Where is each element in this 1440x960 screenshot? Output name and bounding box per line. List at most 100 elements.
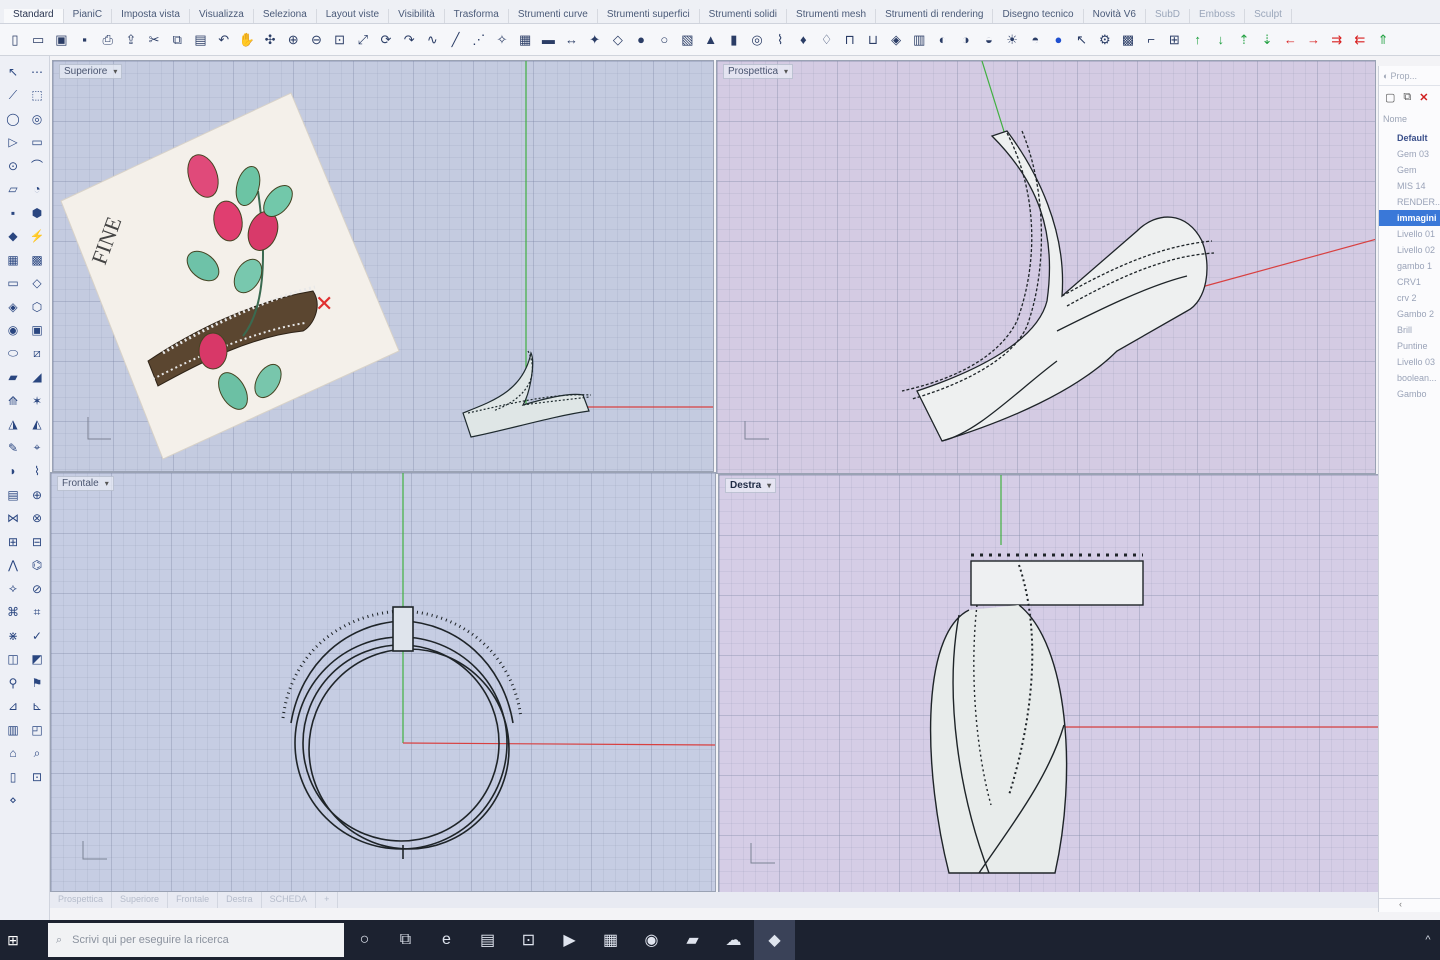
- toolbox-tool-icon[interactable]: ⌇: [25, 460, 49, 484]
- layer-item[interactable]: CRV1: [1379, 274, 1440, 290]
- tab-novit-v6[interactable]: Novità V6: [1084, 9, 1146, 23]
- toolbox-tool-icon[interactable]: ◗: [1, 460, 25, 484]
- toolbox-tool-icon[interactable]: ⬡: [25, 295, 49, 319]
- reference-sketch-image[interactable]: FINE ✕: [60, 92, 400, 460]
- lamp-icon[interactable]: ♦: [792, 29, 814, 51]
- redo-icon[interactable]: ↷: [398, 29, 420, 51]
- toolbox-tool-icon[interactable]: ◫: [1, 648, 25, 672]
- snap-icon[interactable]: ✧: [491, 29, 513, 51]
- edge-browser-icon[interactable]: e: [426, 920, 467, 960]
- zoom-window-icon[interactable]: ⊡: [329, 29, 351, 51]
- toolbox-tool-icon[interactable]: ⋯: [25, 60, 49, 84]
- layer-item[interactable]: Default: [1379, 130, 1440, 146]
- toolbox-tool-icon[interactable]: ⊞: [1, 530, 25, 554]
- env-icon[interactable]: ◑: [955, 29, 977, 51]
- toolbox-tool-icon[interactable]: ▣: [25, 319, 49, 343]
- toolbox-tool-icon[interactable]: ⊾: [25, 695, 49, 719]
- layer-item[interactable]: MIS 14: [1379, 178, 1440, 194]
- panel-tab-properties[interactable]: ◐ Prop...: [1379, 66, 1440, 86]
- toolbox-tool-icon[interactable]: ◆: [1, 225, 25, 249]
- import-icon[interactable]: ⇪: [120, 29, 142, 51]
- viewport-menu-caret-icon[interactable]: ▾: [113, 67, 117, 76]
- layer-item[interactable]: Gambo: [1379, 386, 1440, 402]
- toolbox-tool-icon[interactable]: ⌘: [1, 601, 25, 625]
- toolbox-tool-icon[interactable]: ▥: [1, 718, 25, 742]
- pan-icon[interactable]: ✋: [236, 29, 258, 51]
- toolbox-tool-icon[interactable]: ▩: [25, 248, 49, 272]
- tab-visibilit-[interactable]: Visibilità: [389, 9, 445, 23]
- gear-icon[interactable]: ⚙: [1094, 29, 1116, 51]
- toolbox-tool-icon[interactable]: ⊗: [25, 507, 49, 531]
- bulb-icon[interactable]: ♢: [816, 29, 838, 51]
- sun-icon[interactable]: ☀: [1001, 29, 1023, 51]
- save-small-icon[interactable]: ▪: [74, 29, 96, 51]
- tab-strumenti-di-rendering[interactable]: Strumenti di rendering: [876, 9, 994, 23]
- zoom-out-icon[interactable]: ⊖: [305, 29, 327, 51]
- polyline-icon[interactable]: ⋰: [468, 29, 490, 51]
- viewport-label-right[interactable]: Destra ▾: [725, 478, 777, 493]
- toolbox-tool-icon[interactable]: ⋀: [1, 554, 25, 578]
- open-file-icon[interactable]: ▭: [27, 29, 49, 51]
- sphere-blue-icon[interactable]: ●: [1047, 29, 1069, 51]
- viewport-tab-superiore[interactable]: Superiore: [112, 892, 169, 908]
- toolbox-tool-icon[interactable]: ◈: [1, 295, 25, 319]
- tab-strumenti-solidi[interactable]: Strumenti solidi: [700, 9, 788, 23]
- layer-item[interactable]: Brill: [1379, 322, 1440, 338]
- toolbox-tool-icon[interactable]: ▯: [1, 765, 25, 789]
- tab-imposta-vista[interactable]: Imposta vista: [112, 9, 190, 23]
- toolbox-tool-icon[interactable]: ⟡: [1, 577, 25, 601]
- rotate-view-icon[interactable]: ⟳: [375, 29, 397, 51]
- toolbox-tool-icon[interactable]: ⊟: [25, 530, 49, 554]
- toolbox-tool-icon[interactable]: ⋇: [1, 624, 25, 648]
- tab-standard[interactable]: Standard: [4, 9, 64, 23]
- layer-item[interactable]: Puntine: [1379, 338, 1440, 354]
- rhino-app-icon[interactable]: ◆: [754, 920, 795, 960]
- sphere-icon[interactable]: ●: [630, 29, 652, 51]
- toolbox-tool-icon[interactable]: ⟋: [1, 84, 25, 108]
- gem-icon[interactable]: ◇: [607, 29, 629, 51]
- viewport-menu-caret-icon[interactable]: ▾: [105, 479, 109, 488]
- toolbox-tool-icon[interactable]: ⌕: [25, 742, 49, 766]
- tab-sculpt[interactable]: Sculpt: [1245, 9, 1292, 23]
- cut-icon[interactable]: ✂: [143, 29, 165, 51]
- cortana-icon[interactable]: ○: [344, 920, 385, 960]
- arrow-up2-icon[interactable]: ⇡: [1233, 29, 1255, 51]
- toolbox-tool-icon[interactable]: ⌬: [25, 554, 49, 578]
- cloud-app-icon[interactable]: ☁: [713, 920, 754, 960]
- layer-item[interactable]: Livello 01: [1379, 226, 1440, 242]
- toolbox-tool-icon[interactable]: ⚲: [1, 671, 25, 695]
- chrome-browser-icon[interactable]: ◉: [631, 920, 672, 960]
- viewport-tab-prospettica[interactable]: Prospettica: [50, 892, 113, 908]
- pipe-icon[interactable]: ⌇: [769, 29, 791, 51]
- arrow-up-icon[interactable]: ↑: [1187, 29, 1209, 51]
- grid-icon[interactable]: ▦: [514, 29, 536, 51]
- toolbox-tool-icon[interactable]: ⟰: [1, 389, 25, 413]
- xform-icon[interactable]: ⊞: [1163, 29, 1185, 51]
- frame-icon[interactable]: ⌐: [1140, 29, 1162, 51]
- toolbox-tool-icon[interactable]: ⬭: [1, 342, 25, 366]
- delete-layer-icon[interactable]: ✕: [1419, 91, 1428, 104]
- layer-item[interactable]: crv 2: [1379, 290, 1440, 306]
- toolbox-tool-icon[interactable]: ✓: [25, 624, 49, 648]
- panel-scrollbar[interactable]: ‹: [1379, 898, 1440, 912]
- toolbox-tool-icon[interactable]: ✎: [1, 436, 25, 460]
- tab-layout-viste[interactable]: Layout viste: [317, 9, 390, 23]
- add-viewport-tab-icon[interactable]: +: [316, 892, 339, 908]
- layer-item[interactable]: RENDER...: [1379, 194, 1440, 210]
- lock-icon[interactable]: ⊓: [839, 29, 861, 51]
- tab-strumenti-curve[interactable]: Strumenti curve: [509, 9, 598, 23]
- taskbar-search-input[interactable]: ⌕ Scrivi qui per eseguire la ricerca: [48, 923, 344, 957]
- tab-seleziona[interactable]: Seleziona: [254, 9, 317, 23]
- toolbox-tool-icon[interactable]: ▦: [1, 248, 25, 272]
- toolbox-tool-icon[interactable]: ◭: [25, 413, 49, 437]
- windows-start-icon[interactable]: ⊞: [0, 920, 26, 960]
- viewport-label-top[interactable]: Superiore ▾: [59, 64, 123, 79]
- media-player-icon[interactable]: ▶: [549, 920, 590, 960]
- zoom-extents-icon[interactable]: ⤢: [352, 29, 374, 51]
- toolbox-tool-icon[interactable]: ✶: [25, 389, 49, 413]
- ring-model-top[interactable]: [462, 350, 592, 438]
- zoom-in-icon[interactable]: ⊕: [282, 29, 304, 51]
- paste-icon[interactable]: ▤: [190, 29, 212, 51]
- pointer-icon[interactable]: ↖: [1071, 29, 1093, 51]
- store-icon[interactable]: ⊡: [508, 920, 549, 960]
